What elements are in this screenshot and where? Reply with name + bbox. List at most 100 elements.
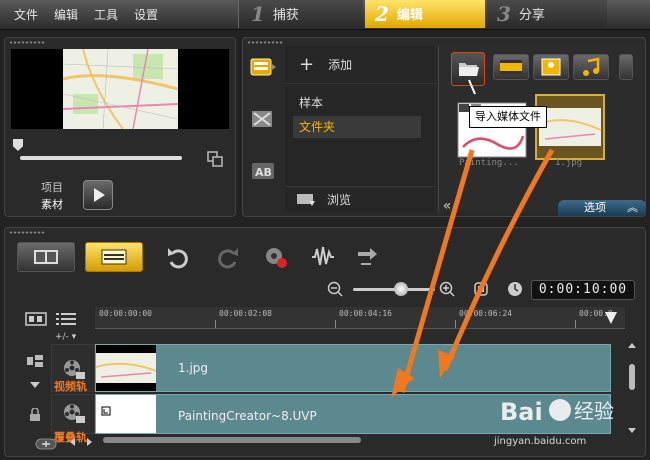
- fit-project-icon[interactable]: [473, 281, 489, 297]
- library-category-bar: AB: [245, 44, 283, 214]
- add-label: 添加: [328, 58, 353, 72]
- menu-settings[interactable]: 设置: [126, 0, 166, 30]
- ripple-edit-icon[interactable]: [27, 354, 43, 368]
- clock-icon: [508, 282, 522, 296]
- chevron-up-icon: ︽: [627, 201, 638, 214]
- show-audio-button[interactable]: [573, 54, 609, 80]
- storyboard-view-button[interactable]: [17, 242, 75, 272]
- record-capture-icon[interactable]: [263, 244, 289, 270]
- step-edit-tab[interactable]: 2 编辑: [365, 0, 485, 28]
- timeline-view-button[interactable]: [85, 242, 143, 272]
- options-label: 选项: [584, 201, 606, 214]
- zoom-in-icon[interactable]: [439, 281, 455, 297]
- overlay-track-header[interactable]: [51, 394, 95, 434]
- film-reel-icon: [64, 404, 85, 423]
- panel-grip[interactable]: [9, 41, 45, 44]
- photo-icon: [541, 58, 561, 76]
- play-icon: [94, 188, 105, 202]
- auto-music-icon[interactable]: [355, 244, 381, 270]
- title-icon[interactable]: AB: [250, 160, 276, 182]
- scroll-right-icon[interactable]: [81, 435, 97, 449]
- undo-icon[interactable]: [165, 244, 191, 270]
- library-nav: + 添加 样本 文件夹 浏览: [285, 46, 435, 212]
- add-folder-button[interactable]: + 添加: [285, 46, 435, 84]
- ruler-tick-label: 00:00:02:08: [219, 309, 272, 318]
- more-toolbar-button[interactable]: [619, 54, 633, 80]
- step-label: 分享: [518, 8, 545, 23]
- watermark-url: jingyan.baidu.com: [494, 436, 587, 447]
- collapse-library-icon[interactable]: «: [438, 198, 456, 214]
- options-button[interactable]: 选项 ︽: [558, 200, 646, 216]
- audio-mixer-icon[interactable]: [310, 244, 336, 270]
- folder-icon: [459, 63, 479, 76]
- browse-label: 浏览: [327, 193, 352, 207]
- video-track-label: 视频轨: [54, 380, 87, 393]
- ruler-tick-label: 00:00:06:24: [459, 309, 512, 318]
- show-videos-button[interactable]: [493, 54, 529, 80]
- clip-name: 1.jpg: [178, 361, 209, 375]
- step-share-tab[interactable]: 3 分享: [487, 0, 607, 28]
- mode-project-label[interactable]: 项目: [41, 179, 63, 195]
- redo-icon[interactable]: [215, 244, 241, 270]
- preview-screen: [11, 49, 229, 129]
- nav-item-folder[interactable]: 文件夹: [293, 116, 421, 138]
- panel-grip[interactable]: [9, 231, 45, 234]
- ruler-tick-label: 00:00:04:16: [339, 309, 392, 318]
- preview-map-image: [63, 49, 178, 129]
- add-track-icon[interactable]: [35, 437, 57, 451]
- timeline-clip-video[interactable]: 1.jpg: [95, 344, 611, 392]
- play-button[interactable]: [83, 180, 113, 210]
- timeline-icon: [101, 249, 127, 265]
- top-bar: 文件 编辑 工具 设置 1 捕获 2 编辑 3 分享: [0, 0, 650, 30]
- svg-text:Bai: Bai: [500, 398, 543, 426]
- menu-file[interactable]: 文件: [0, 0, 46, 30]
- film-icon: [500, 60, 522, 74]
- mode-clip-label[interactable]: 素材: [41, 196, 63, 212]
- scroll-left-icon[interactable]: [65, 435, 81, 449]
- music-note-icon: [583, 57, 600, 76]
- timeline-ruler[interactable]: 00:00:00:00 00:00:02:08 00:00:04:16 00:0…: [95, 307, 625, 329]
- clip-thumbnail: [96, 345, 156, 391]
- step-number: 2: [375, 2, 389, 26]
- svg-text:AB: AB: [255, 166, 272, 179]
- video-track-toggle-icon[interactable]: [25, 312, 47, 326]
- clip-thumbnail: [96, 395, 156, 433]
- step-number: 1: [251, 2, 265, 26]
- show-photos-button[interactable]: [533, 54, 569, 80]
- timeline-horizontal-scrollbar[interactable]: [103, 437, 361, 443]
- clip-name: PaintingCreator~8.UVP: [178, 409, 317, 423]
- menu-bar: 文件 编辑 工具 设置: [0, 0, 166, 30]
- preview-scrubber[interactable]: [20, 156, 182, 160]
- menu-edit[interactable]: 编辑: [46, 0, 86, 30]
- scrub-handle[interactable]: [13, 139, 23, 151]
- track-add-remove-control[interactable]: +/- ▾: [51, 330, 95, 344]
- thumb-caption: Painting...: [459, 158, 519, 168]
- film-strip-icon: [34, 250, 58, 264]
- project-duration-timecode[interactable]: 0:00:10:00: [531, 280, 635, 300]
- step-label: 编辑: [396, 8, 423, 23]
- track-manager-icon[interactable]: [55, 312, 77, 326]
- media-library-icon[interactable]: [250, 56, 276, 78]
- import-tooltip: 导入媒体文件: [469, 106, 547, 128]
- nav-item-samples[interactable]: 样本: [293, 92, 421, 114]
- preview-panel: 项目 素材: [4, 37, 236, 217]
- library-content: Painting... 1.jpg 导入媒体文件: [438, 46, 644, 212]
- zoom-slider-knob[interactable]: [394, 282, 408, 296]
- browse-icon: [297, 193, 315, 206]
- library-panel: AB + 添加 样本 文件夹 浏览 Painting... 1.jpg 导入媒体…: [242, 37, 646, 217]
- transition-icon[interactable]: [250, 108, 276, 130]
- ruler-tick-label: 00:00:00:00: [99, 309, 152, 318]
- thumb-caption: 1.jpg: [555, 158, 583, 168]
- expand-arrow-icon[interactable]: [27, 378, 43, 392]
- browse-button[interactable]: 浏览: [285, 186, 435, 212]
- menu-tools[interactable]: 工具: [86, 0, 126, 30]
- enlarge-preview-icon[interactable]: [207, 151, 223, 167]
- video-editor-window: 文件 编辑 工具 设置 1 捕获 2 编辑 3 分享 项目 素材 AB + 添加…: [0, 0, 650, 460]
- lock-icon[interactable]: [27, 408, 43, 422]
- import-media-button[interactable]: [451, 52, 485, 86]
- step-capture-tab[interactable]: 1 捕获: [238, 0, 363, 28]
- step-label: 捕获: [272, 8, 299, 23]
- zoom-out-icon[interactable]: [327, 281, 343, 297]
- step-number: 3: [497, 2, 511, 26]
- plus-icon: +: [299, 54, 315, 75]
